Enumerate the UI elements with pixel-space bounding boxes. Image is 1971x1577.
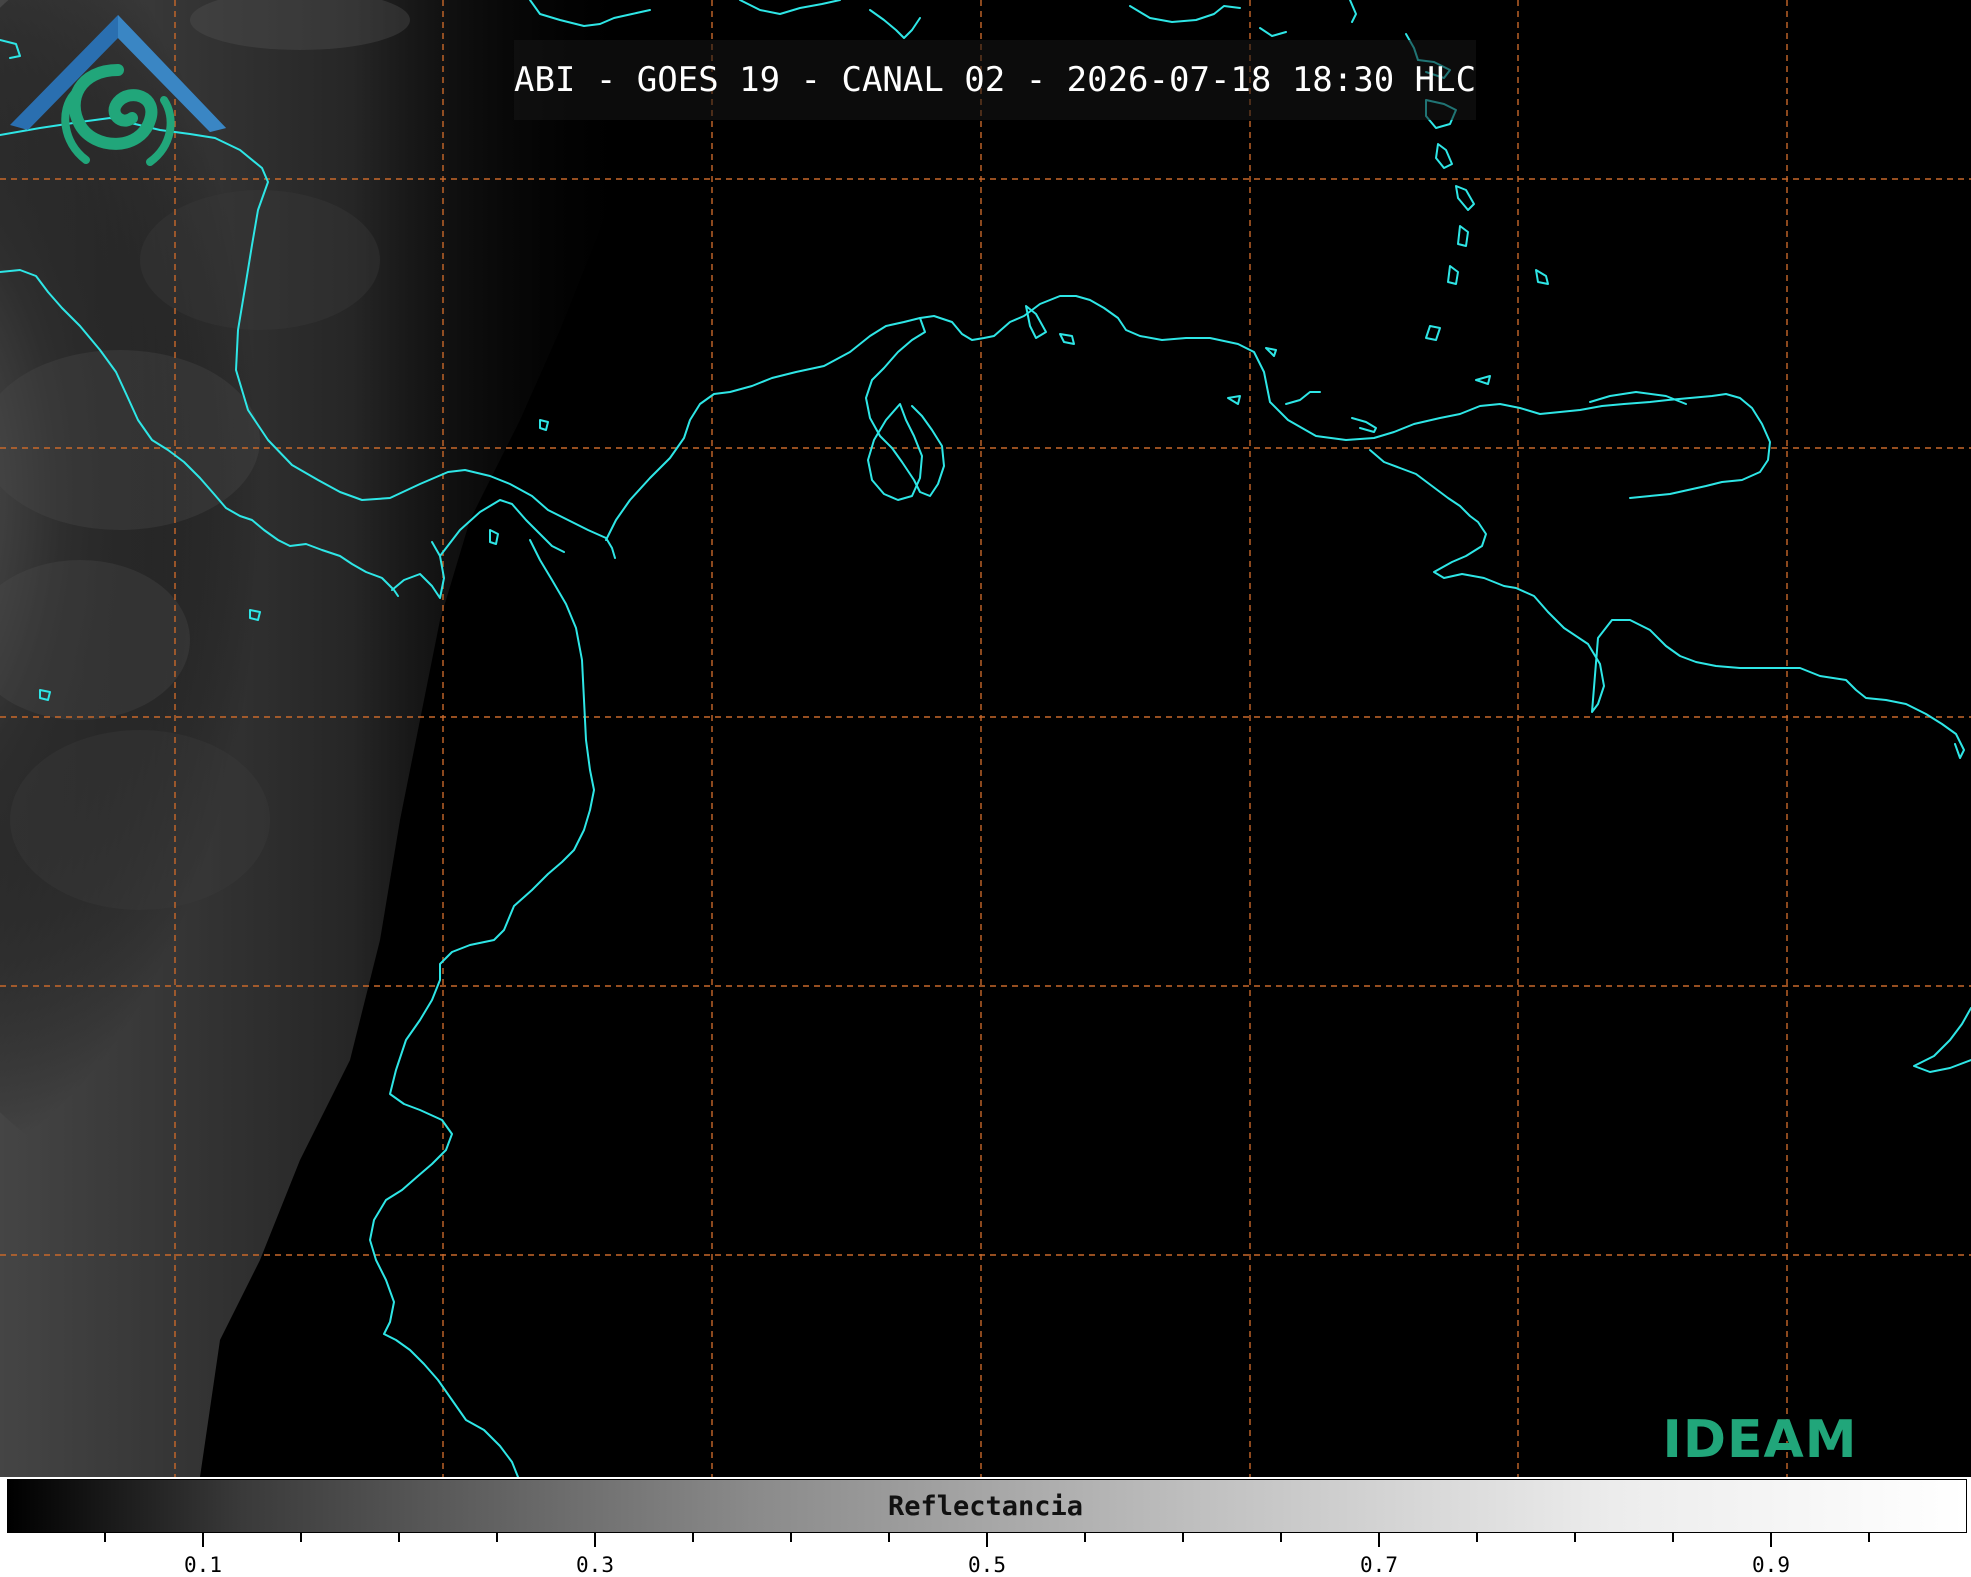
colorbar-tick-label: 0.3 [576,1553,614,1577]
colorbar-tick-label: 0.9 [1752,1553,1790,1577]
map-canvas [0,0,1971,1477]
colorbar-tick-label: 0.1 [184,1553,222,1577]
ideam-logo [10,15,226,166]
colorbar-label: Reflectancia [887,1490,1084,1522]
colorbar-tick-label: 0.5 [968,1553,1006,1577]
colorbar-axis: 0.1 0.3 0.5 0.7 0.9 [104,1533,1870,1577]
ideam-logo-text: IDEAM [1662,1410,1858,1470]
satellite-image: ABI - GOES 19 - CANAL 02 - 2026-07-18 18… [0,0,1971,1477]
colorbar-tick-label: 0.7 [1360,1553,1398,1577]
image-title: ABI - GOES 19 - CANAL 02 - 2026-07-18 18… [514,40,1476,120]
